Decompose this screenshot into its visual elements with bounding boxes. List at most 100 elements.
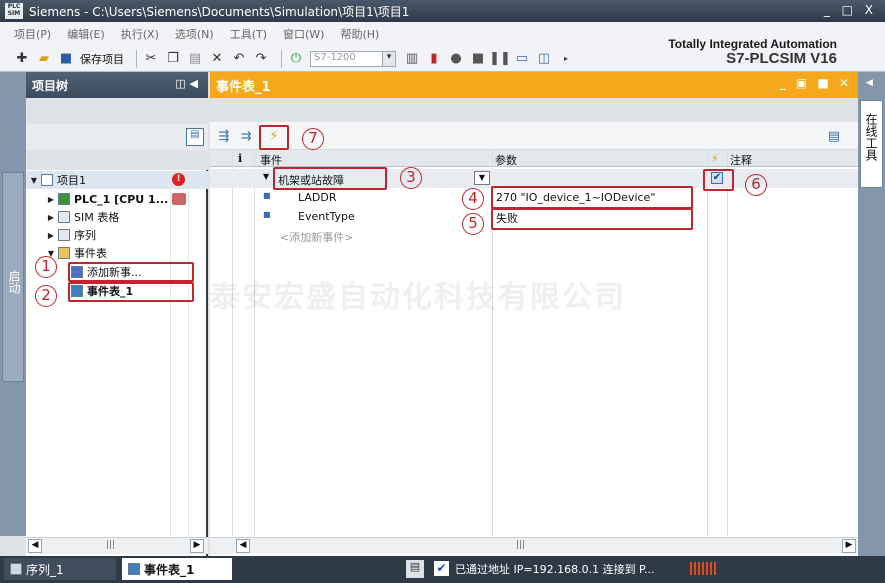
menu-execute[interactable]: 执行(X) [121, 26, 159, 42]
pause-icon[interactable]: ❚❚ [489, 51, 511, 67]
project-tree-panel: 项目树 ◫ ◀ ▤ ▼ 项目1 ! ▶ PLC_1 [CPU 1... ▶ SI… [26, 72, 208, 556]
project-icon [41, 174, 53, 186]
paste-icon[interactable]: ▤ [187, 51, 203, 67]
start-tab[interactable]: 启动 [2, 172, 24, 382]
editor-tab-area [210, 98, 858, 122]
add-new-event-placeholder[interactable]: <添加新事件> [280, 229, 353, 245]
copy-icon[interactable]: ❐ [165, 51, 181, 67]
trigger-column-icon: ⚡ [711, 152, 719, 165]
editor-header: 事件表_1 _ ▣ ■ ✕ [210, 72, 858, 98]
menu-options[interactable]: 选项(N) [175, 26, 214, 42]
network-icon[interactable]: ▤ [406, 560, 424, 578]
expand-arrow-icon[interactable]: ▶ [46, 213, 56, 222]
connected-check-icon: ✔ [434, 561, 449, 576]
annotation-number-3: 3 [400, 167, 422, 189]
error-icon: ! [172, 173, 185, 186]
open-project-icon[interactable]: ▰ [36, 51, 52, 67]
expand-arrow-icon[interactable]: ▶ [46, 195, 56, 204]
tree-item-label: 事件表 [74, 247, 107, 260]
record-icon[interactable]: ● [448, 51, 464, 67]
annotation-box-5 [491, 208, 693, 230]
editor-window-controls[interactable]: _ ▣ ■ ✕ [780, 76, 852, 90]
menu-tools[interactable]: 工具(T) [230, 26, 267, 42]
expand-arrow-icon[interactable]: ▶ [46, 231, 56, 240]
annotation-box-4 [491, 186, 693, 209]
tree-item-label: 序列 [74, 229, 96, 242]
menu-edit[interactable]: 编辑(E) [67, 26, 105, 42]
add-event-icon[interactable]: ⇉ [238, 128, 254, 144]
power-icon[interactable]: ⏻ [288, 51, 304, 67]
grid-header: i 事件 参数 ⚡ 注释 [210, 150, 858, 167]
scroll-left-icon[interactable]: ◀ [236, 539, 250, 553]
annotation-number-5: 5 [462, 213, 484, 235]
window-title: Siemens - C:\Users\Siemens\Documents\Sim… [29, 4, 410, 19]
collapse-arrow-icon[interactable]: ▼ [263, 172, 269, 181]
project-tree-title: 项目树 [32, 79, 69, 93]
tree-item-label: SIM 表格 [74, 211, 120, 224]
title-bar: PLC SIM Siemens - C:\Users\Siemens\Docum… [0, 0, 885, 22]
tree-horizontal-scrollbar[interactable]: ◀ ||| ▶ [26, 537, 208, 554]
tree-item-sim-table[interactable]: ▶ SIM 表格 [26, 208, 208, 226]
tree-column-divider [188, 170, 189, 536]
event-dropdown-button[interactable]: ▼ [474, 171, 490, 185]
event-column-header: 事件 [260, 154, 282, 167]
window-controls[interactable]: _ □ X [824, 3, 877, 17]
plc-error-icon [172, 193, 186, 205]
insert-event-icon[interactable]: ⇶ [216, 128, 232, 144]
scroll-thumb[interactable]: ||| [516, 540, 525, 550]
stop-icon[interactable]: ■ [470, 51, 486, 67]
cut-icon[interactable]: ✂ [143, 51, 159, 67]
event-table-icon [128, 563, 140, 575]
params-column-header: 参数 [495, 154, 517, 167]
menu-window[interactable]: 窗口(W) [283, 26, 324, 42]
right-side-strip: ◀ 在线工具 [858, 72, 885, 556]
cpu-selector[interactable]: S7-1200 [310, 50, 396, 67]
product-name: S7-PLCSIM V16 [726, 50, 837, 67]
toolbar-divider [136, 49, 137, 68]
save-project-button[interactable]: 保存项目 [80, 51, 124, 67]
tree-item-label: 项目1 [57, 174, 86, 187]
toolbar-overflow-icon[interactable]: ▸ [558, 51, 574, 67]
annotation-number-6: 6 [745, 174, 767, 196]
collapse-arrow-icon[interactable]: ▼ [29, 176, 39, 185]
collapse-panel-icon[interactable]: ◫ ◀ [175, 77, 198, 90]
menu-project[interactable]: 项目(P) [14, 26, 51, 42]
brand-name: Totally Integrated Automation [668, 37, 837, 51]
delete-icon[interactable]: ✕ [209, 51, 225, 67]
scroll-thumb[interactable]: ||| [106, 540, 115, 550]
tree-item-plc[interactable]: ▶ PLC_1 [CPU 1... [26, 190, 208, 208]
annotation-number-1: 1 [35, 256, 57, 278]
status-tab-label: 事件表_1 [144, 562, 195, 577]
new-project-icon[interactable]: ✚ [14, 51, 30, 67]
param-name: LADDR [298, 191, 337, 204]
annotation-box-6 [703, 169, 734, 191]
scroll-right-icon[interactable]: ▶ [190, 539, 204, 553]
redo-icon[interactable]: ↷ [253, 51, 269, 67]
plc-icon [58, 193, 70, 205]
cpu-view-icon[interactable]: ▥ [404, 51, 420, 67]
menu-help[interactable]: 帮助(H) [340, 26, 379, 42]
undo-icon[interactable]: ↶ [231, 51, 247, 67]
tree-column-divider [170, 170, 171, 536]
project-tree-header: 项目树 ◫ ◀ [26, 72, 208, 98]
param-bullet-icon: ■ [263, 191, 271, 200]
expand-task-card-icon[interactable]: ◀ [866, 78, 873, 88]
status-tab-sequence[interactable]: 序列_1 [4, 558, 116, 580]
annotation-number-7: 7 [302, 128, 324, 150]
layout-vertical-icon[interactable]: ◫ [536, 51, 552, 67]
status-tab-label: 序列_1 [26, 562, 64, 577]
tree-item-project[interactable]: ▼ 项目1 ! [26, 171, 208, 189]
save-icon[interactable]: ■ [58, 51, 74, 67]
editor-title: 事件表_1 [216, 80, 271, 95]
cpu-status-icon[interactable]: ▮ [426, 51, 442, 67]
online-tools-tab[interactable]: 在线工具 [860, 100, 883, 188]
status-tab-event-table[interactable]: 事件表_1 [122, 558, 232, 580]
tree-item-sequence[interactable]: ▶ 序列 [26, 226, 208, 244]
table-settings-icon[interactable]: ▤ [826, 128, 842, 144]
layout-horizontal-icon[interactable]: ▭ [514, 51, 530, 67]
scroll-right-icon[interactable]: ▶ [842, 539, 856, 553]
scroll-left-icon[interactable]: ◀ [28, 539, 42, 553]
editor-horizontal-scrollbar[interactable]: ◀ ||| ▶ [210, 537, 858, 554]
tree-view-toggle-icon[interactable]: ▤ [186, 128, 204, 146]
param-bullet-icon: ■ [263, 210, 271, 219]
